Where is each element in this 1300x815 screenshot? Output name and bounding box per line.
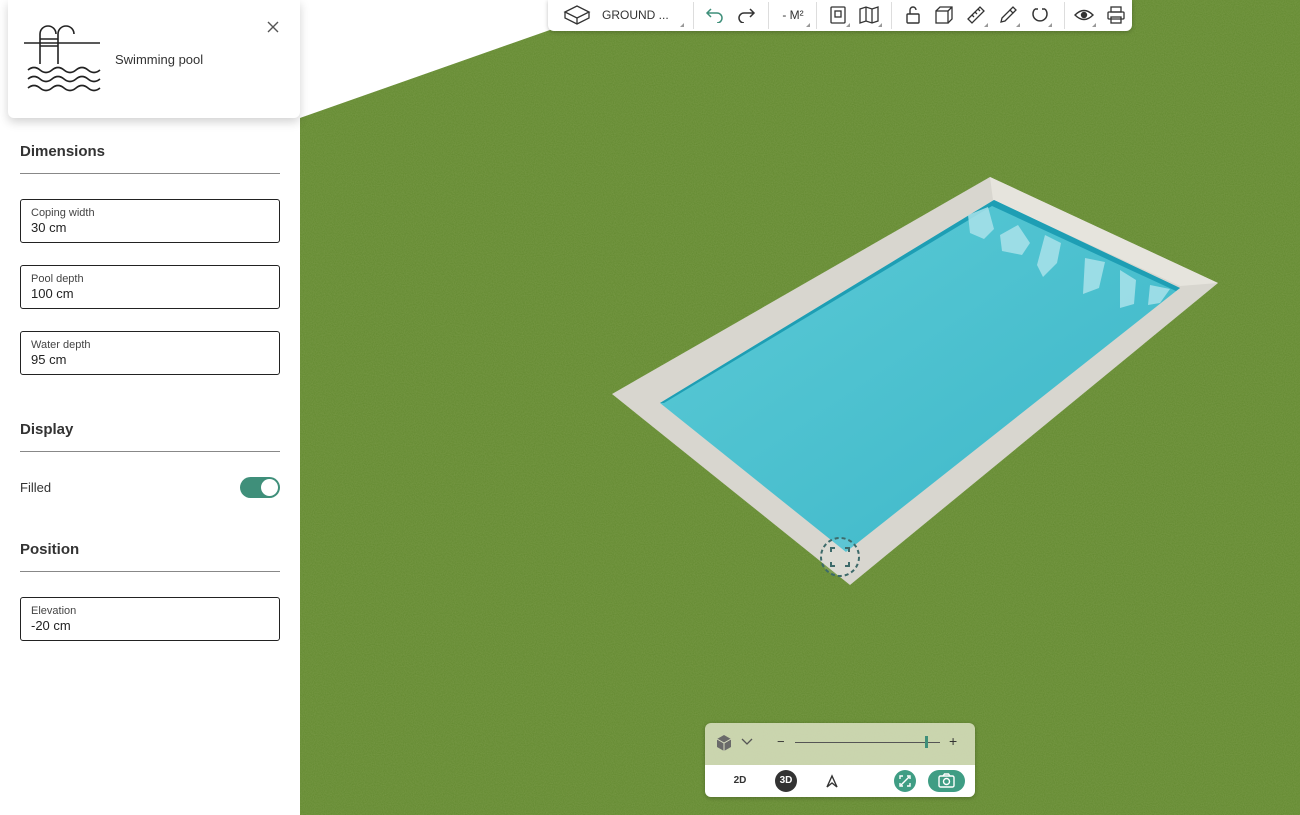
scene[interactable]	[300, 0, 1300, 815]
3d-viewport[interactable]	[300, 0, 1300, 815]
zoom-in-button[interactable]: +	[949, 733, 957, 749]
cube-outline-icon[interactable]	[562, 3, 592, 27]
zoom-out-button[interactable]: −	[777, 734, 785, 749]
water-depth-value[interactable]: 95 cm	[31, 352, 269, 368]
undo-icon[interactable]	[703, 3, 727, 27]
level-selector[interactable]: GROUND ...	[602, 3, 684, 27]
eye-icon[interactable]	[1072, 3, 1096, 27]
pool-depth-label: Pool depth	[31, 273, 84, 285]
toggle-knob	[261, 479, 278, 496]
magnet-icon[interactable]	[1028, 3, 1052, 27]
filled-label: Filled	[20, 480, 52, 495]
coping-width-value[interactable]: 30 cm	[31, 220, 269, 236]
dropdown-corner	[846, 23, 850, 27]
divider	[20, 173, 280, 174]
coping-width-field[interactable]: Coping width 30 cm	[20, 199, 280, 243]
mode-2d-button[interactable]: 2D	[729, 770, 751, 792]
coping-width-label: Coping width	[31, 207, 95, 219]
dropdown-corner	[1092, 23, 1096, 27]
top-toolbar: GROUND ... - M²	[548, 0, 1132, 31]
chevron-down-icon[interactable]	[741, 738, 753, 746]
area-unit-selector[interactable]: - M²	[776, 3, 810, 27]
divider	[816, 2, 817, 29]
print-icon[interactable]	[1104, 3, 1128, 27]
screenshot-camera-icon[interactable]	[928, 770, 965, 792]
dropdown-corner	[680, 23, 684, 27]
dimensions-heading: Dimensions	[20, 143, 106, 160]
divider	[768, 2, 769, 29]
dropdown-corner	[1048, 23, 1052, 27]
pool-ladder-icon	[24, 25, 101, 92]
object-header-card: Swimming pool	[8, 0, 300, 118]
elevation-label: Elevation	[31, 605, 77, 617]
object-title: Swimming pool	[115, 52, 204, 67]
move-handle-icon[interactable]	[820, 537, 860, 577]
mode-3d-button[interactable]: 3D	[775, 770, 797, 792]
map-icon[interactable]	[856, 3, 882, 27]
water-depth-field[interactable]: Water depth 95 cm	[20, 331, 280, 375]
close-icon[interactable]	[264, 18, 282, 36]
level-label: GROUND ...	[602, 8, 669, 22]
divider	[1064, 2, 1065, 29]
fullscreen-icon[interactable]	[894, 770, 916, 792]
dropdown-corner	[806, 23, 810, 27]
dropdown-corner	[1016, 23, 1020, 27]
box-icon[interactable]	[932, 3, 956, 27]
display-heading: Display	[20, 421, 74, 438]
view-controls-panel: − + 2D 3D	[705, 723, 975, 797]
divider	[20, 451, 280, 452]
walk-mode-icon[interactable]	[825, 774, 839, 788]
pool-depth-value[interactable]: 100 cm	[31, 286, 269, 302]
divider	[891, 2, 892, 29]
dropdown-corner	[984, 23, 988, 27]
area-label: - M²	[782, 8, 804, 22]
water-depth-label: Water depth	[31, 339, 91, 351]
position-heading: Position	[20, 541, 80, 558]
filled-toggle[interactable]	[240, 477, 280, 498]
zoom-bar: − +	[705, 723, 975, 765]
divider	[693, 2, 694, 29]
properties-sidebar: Swimming pool Dimensions Coping width 30…	[0, 0, 300, 815]
redo-icon[interactable]	[734, 3, 758, 27]
eyedropper-icon[interactable]	[996, 3, 1020, 27]
elevation-field[interactable]: Elevation -20 cm	[20, 597, 280, 641]
ruler-icon[interactable]	[964, 3, 988, 27]
pool-depth-field[interactable]: Pool depth 100 cm	[20, 265, 280, 309]
zoom-slider[interactable]	[795, 742, 940, 743]
elevation-value[interactable]: -20 cm	[31, 618, 269, 634]
unlock-icon[interactable]	[901, 3, 925, 27]
divider	[20, 571, 280, 572]
mode-bar: 2D 3D	[705, 765, 975, 797]
floorplan-icon[interactable]	[826, 3, 850, 27]
zoom-slider-thumb[interactable]	[924, 736, 928, 748]
dropdown-corner	[878, 23, 882, 27]
view-cube-icon[interactable]	[716, 734, 732, 752]
